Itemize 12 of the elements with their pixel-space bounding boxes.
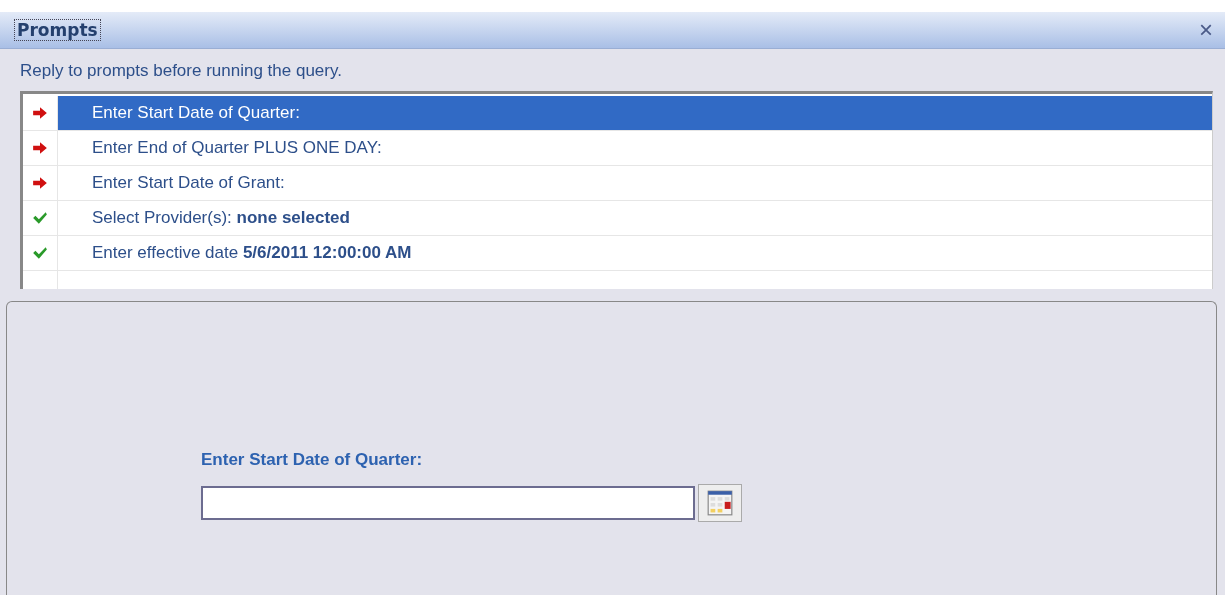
calendar-icon <box>707 490 733 516</box>
prompt-item[interactable]: Enter effective date 5/6/2011 12:00:00 AM <box>58 236 1212 270</box>
window-title: Prompts <box>14 19 101 41</box>
close-button[interactable]: × <box>1195 18 1217 42</box>
date-field[interactable] <box>201 486 695 520</box>
prompt-item[interactable]: Select Provider(s): none selected <box>58 201 1212 235</box>
prompt-label: Enter Start Date of Quarter: <box>201 450 424 470</box>
prompt-item[interactable]: Enter Start Date of Quarter: <box>58 96 1212 130</box>
instruction-text: Reply to prompts before running the query. <box>19 60 343 82</box>
calendar-button[interactable] <box>698 484 742 522</box>
prompt-item[interactable]: Enter Start Date of Grant: <box>58 166 1212 200</box>
prompt-item[interactable]: Enter End of Quarter PLUS ONE DAY: <box>58 131 1212 165</box>
